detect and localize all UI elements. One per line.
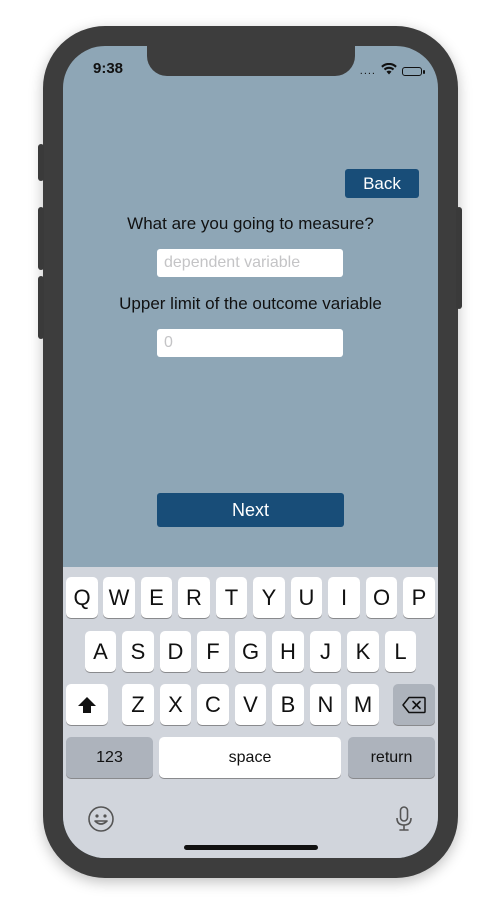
numbers-key[interactable]: 123 bbox=[66, 737, 153, 778]
key[interactable]: Z bbox=[122, 684, 154, 725]
cell-signal-icon: .... bbox=[359, 65, 376, 77]
battery-icon bbox=[402, 66, 425, 76]
key[interactable]: C bbox=[197, 684, 229, 725]
emoji-button[interactable] bbox=[87, 805, 115, 833]
upper-limit-input[interactable] bbox=[157, 329, 343, 357]
key[interactable]: B bbox=[272, 684, 304, 725]
key[interactable]: I bbox=[328, 577, 360, 618]
emoji-icon bbox=[88, 806, 114, 832]
mute-switch bbox=[38, 144, 44, 181]
dictation-button[interactable] bbox=[390, 805, 418, 833]
status-icons: .... bbox=[359, 62, 425, 80]
measure-label: What are you going to measure? bbox=[127, 214, 374, 233]
key[interactable]: X bbox=[160, 684, 191, 725]
volume-up-button bbox=[38, 207, 44, 270]
upper-limit-label: Upper limit of the outcome variable bbox=[119, 294, 382, 313]
key[interactable]: V bbox=[235, 684, 266, 725]
key[interactable]: U bbox=[291, 577, 322, 618]
backspace-icon bbox=[402, 696, 426, 713]
key[interactable]: H bbox=[272, 631, 304, 672]
back-button[interactable]: Back bbox=[345, 169, 419, 198]
key[interactable]: Y bbox=[253, 577, 285, 618]
dependent-variable-input[interactable] bbox=[157, 249, 343, 277]
microphone-icon bbox=[396, 806, 412, 831]
key[interactable]: S bbox=[122, 631, 154, 672]
key[interactable]: P bbox=[403, 577, 435, 618]
shift-key[interactable] bbox=[66, 684, 108, 725]
key[interactable]: Q bbox=[66, 577, 98, 618]
key[interactable]: G bbox=[235, 631, 266, 672]
key[interactable]: N bbox=[310, 684, 341, 725]
keyboard-row-4: 123 space return bbox=[63, 737, 438, 779]
key[interactable]: L bbox=[385, 631, 416, 672]
key[interactable]: O bbox=[366, 577, 397, 618]
wifi-icon bbox=[381, 62, 397, 80]
key[interactable]: E bbox=[141, 577, 172, 618]
backspace-key[interactable] bbox=[393, 684, 435, 725]
power-button bbox=[456, 207, 462, 309]
key[interactable]: J bbox=[310, 631, 341, 672]
keyboard-row-2: A S D F G H J K L bbox=[63, 631, 438, 673]
status-time: 9:38 bbox=[93, 60, 124, 77]
return-key[interactable]: return bbox=[348, 737, 435, 778]
key[interactable]: K bbox=[347, 631, 379, 672]
space-key[interactable]: space bbox=[159, 737, 341, 778]
keyboard: Q W E R T Y U I O P A S D F G H J K L Z … bbox=[63, 567, 438, 858]
key[interactable]: F bbox=[197, 631, 229, 672]
key[interactable]: D bbox=[160, 631, 191, 672]
key[interactable]: M bbox=[347, 684, 379, 725]
home-indicator[interactable] bbox=[184, 845, 318, 850]
key[interactable]: R bbox=[178, 577, 210, 618]
keyboard-row-3: Z X C V B N M bbox=[63, 684, 438, 726]
notch bbox=[147, 46, 355, 76]
volume-down-button bbox=[38, 276, 44, 339]
next-button[interactable]: Next bbox=[157, 493, 344, 527]
key[interactable]: W bbox=[103, 577, 135, 618]
key[interactable]: T bbox=[216, 577, 247, 618]
app-screen: 9:38 .... Back What are you going to mea… bbox=[63, 46, 438, 858]
key[interactable]: A bbox=[85, 631, 116, 672]
keyboard-row-1: Q W E R T Y U I O P bbox=[63, 577, 438, 619]
shift-icon bbox=[78, 696, 96, 713]
